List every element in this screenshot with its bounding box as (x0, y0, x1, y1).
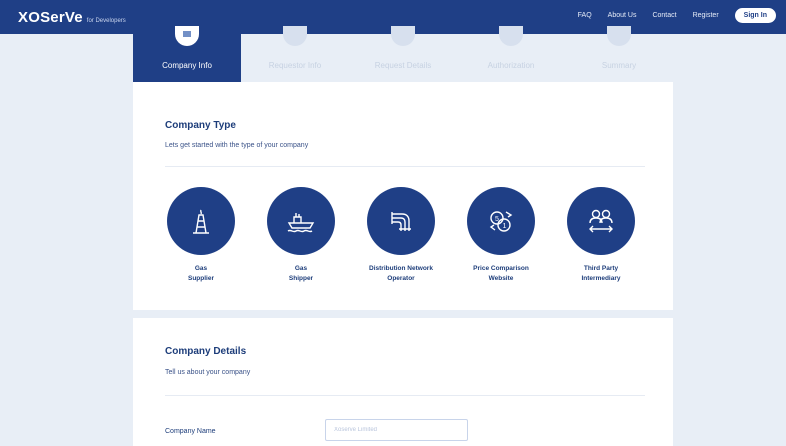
type-name-line1: Gas (194, 265, 208, 272)
progress-steps: Company Info Requestor Info Request Deta… (133, 26, 673, 91)
company-type-name: Price Comparison Website (451, 264, 551, 284)
step-summary[interactable]: Summary (565, 26, 673, 82)
pipes-icon (391, 212, 411, 231)
type-name-line1: Price Comparison (473, 265, 529, 272)
company-details-card: Company Details Tell us about your compa… (133, 318, 673, 446)
sign-in-button[interactable]: Sign In (734, 8, 776, 23)
type-name-line1: Gas (294, 265, 308, 272)
type-name-line2: Intermediary (581, 275, 621, 282)
nav-links: FAQ About Us Contact Register Sign In (578, 8, 776, 23)
company-type-name: Third Party Intermediary (551, 264, 651, 284)
document-icon (391, 26, 415, 46)
summary-icon (607, 26, 631, 46)
company-name-label: Company Name (165, 428, 216, 435)
step-label: Requestor Info (268, 61, 322, 70)
section-description: Tell us about your company (165, 369, 251, 376)
divider (165, 395, 645, 396)
xoserve-logo[interactable]: XOSerVe (18, 9, 83, 26)
company-type-third-party-intermediary[interactable]: Third Party Intermediary (551, 187, 651, 284)
step-requestor-info[interactable]: Requestor Info (241, 26, 349, 82)
step-authorization[interactable]: Authorization (457, 26, 565, 82)
type-name-line1: Third Party (583, 265, 619, 272)
step-label: Company Info (162, 61, 212, 70)
company-type-name: Distribution Network Operator (351, 264, 451, 284)
company-type-price-comparison-website[interactable]: 5 1 Price Comparison Website (451, 187, 551, 284)
company-type-circle[interactable]: 5 1 (467, 187, 535, 255)
brand[interactable]: XOSerVe for Developers (18, 9, 126, 26)
company-type-circle[interactable] (267, 187, 335, 255)
building-icon (175, 26, 199, 46)
step-label: Authorization (487, 61, 535, 70)
type-name-line2: Website (488, 275, 514, 282)
company-type-distribution-network-operator[interactable]: Distribution Network Operator (351, 187, 451, 284)
company-name-input[interactable] (325, 419, 468, 441)
step-label: Summary (601, 61, 637, 70)
nav-link-contact[interactable]: Contact (652, 12, 676, 19)
company-type-gas-shipper[interactable]: Gas Shipper (251, 187, 351, 284)
people-exchange-icon (589, 209, 613, 233)
section-title: Company Type (165, 120, 236, 131)
type-name-line2: Supplier (187, 275, 214, 282)
company-type-name: Gas Shipper (251, 264, 351, 284)
company-type-gas-supplier[interactable]: Gas Supplier (151, 187, 251, 284)
company-type-circle[interactable] (567, 187, 635, 255)
coins-compare-icon: 5 1 (489, 211, 513, 232)
user-icon (283, 26, 307, 46)
type-name-line2: Shipper (288, 275, 314, 282)
ship-icon (287, 213, 315, 233)
step-company-info[interactable]: Company Info (133, 26, 241, 91)
company-type-circle[interactable] (367, 187, 435, 255)
type-name-line2: Operator (387, 275, 415, 282)
company-type-circle[interactable] (167, 187, 235, 255)
divider (165, 166, 645, 167)
nav-link-about-us[interactable]: About Us (608, 12, 637, 19)
logo-subtitle: for Developers (86, 18, 126, 24)
section-description: Lets get started with the type of your c… (165, 142, 309, 149)
nav-link-faq[interactable]: FAQ (578, 12, 592, 19)
company-type-name: Gas Supplier (151, 264, 251, 284)
svg-text:5: 5 (495, 216, 499, 223)
nav-link-register[interactable]: Register (693, 12, 719, 19)
gas-rig-icon (193, 209, 209, 234)
type-name-line1: Distribution Network (369, 265, 433, 272)
step-label: Request Details (374, 61, 432, 70)
section-title: Company Details (165, 346, 247, 357)
svg-text:1: 1 (503, 223, 507, 230)
step-request-details[interactable]: Request Details (349, 26, 457, 82)
shield-icon (499, 26, 523, 46)
company-type-card: Company Type Lets get started with the t… (133, 82, 673, 310)
